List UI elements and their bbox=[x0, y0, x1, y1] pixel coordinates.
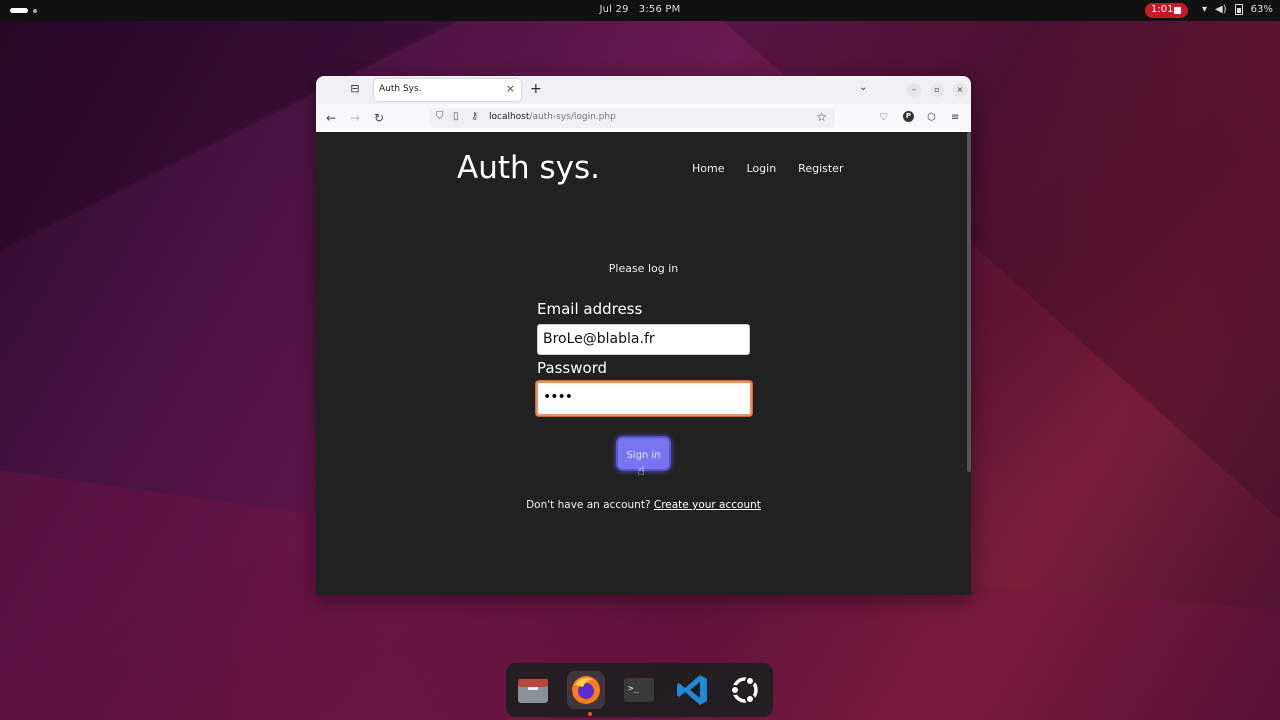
maximize-icon[interactable]: ▫ bbox=[930, 83, 944, 97]
email-label: Email address bbox=[537, 300, 643, 318]
hand-cursor-icon: ☝ bbox=[637, 464, 645, 479]
login-prompt: Please log in bbox=[608, 262, 679, 275]
terminal-icon[interactable]: >_ bbox=[620, 671, 658, 709]
battery-percent: 63% bbox=[1250, 4, 1273, 15]
svg-text:>_: >_ bbox=[628, 684, 639, 694]
site-brand[interactable]: Auth sys. bbox=[457, 150, 600, 186]
battery-icon bbox=[1234, 4, 1243, 15]
create-account-link[interactable]: Create your account bbox=[654, 499, 761, 511]
shield-icon[interactable]: ⛉ bbox=[436, 111, 444, 122]
forward-icon[interactable]: → bbox=[350, 111, 360, 125]
web-page: Auth sys. Home Login Register Please log… bbox=[316, 132, 971, 595]
minimize-icon[interactable]: – bbox=[907, 83, 921, 97]
tab-auth-sys[interactable]: Auth Sys. × bbox=[374, 79, 521, 101]
nav-register[interactable]: Register bbox=[798, 162, 843, 175]
tab-list-icon[interactable]: ⊟ bbox=[349, 83, 361, 95]
navigation-toolbar: ← → ↻ ⛉ ▯ ⚷ localhost/auth-sys/login.php… bbox=[316, 104, 971, 133]
files-icon[interactable] bbox=[514, 671, 552, 709]
clock[interactable]: Jul 29 3:56 PM bbox=[0, 4, 1280, 15]
key-icon[interactable]: ⚷ bbox=[471, 111, 478, 122]
tab-title: Auth Sys. bbox=[379, 84, 422, 94]
new-tab-icon[interactable]: + bbox=[530, 81, 542, 97]
page-icon[interactable]: ▯ bbox=[453, 111, 459, 122]
firefox-window: ⊟ Auth Sys. × + ⌄ – ▫ × ← → ↻ ⛉ ▯ ⚷ loca… bbox=[316, 76, 971, 595]
pocket-icon[interactable]: ♡ bbox=[879, 112, 888, 123]
volume-icon: ◀) bbox=[1215, 4, 1227, 15]
profile-icon[interactable]: P bbox=[903, 111, 914, 122]
close-tab-icon[interactable]: × bbox=[506, 82, 515, 95]
ubuntu-icon[interactable] bbox=[726, 671, 764, 709]
chevron-down-icon[interactable]: ⌄ bbox=[859, 82, 867, 93]
system-menu[interactable]: ▾ ◀) 63% bbox=[1202, 4, 1273, 15]
top-bar: Jul 29 3:56 PM 1:01 ▾ ◀) 63% bbox=[0, 0, 1280, 21]
nav-home[interactable]: Home bbox=[692, 162, 724, 175]
stop-icon bbox=[1174, 7, 1181, 14]
nav-login[interactable]: Login bbox=[746, 162, 776, 175]
reload-icon[interactable]: ↻ bbox=[374, 111, 384, 125]
url-text[interactable]: localhost/auth-sys/login.php bbox=[489, 112, 616, 122]
email-field[interactable]: BroLe@blabla.fr bbox=[537, 324, 750, 355]
signup-text: Don't have an account? bbox=[526, 499, 651, 511]
menu-icon[interactable]: ≡ bbox=[951, 112, 959, 123]
password-field[interactable]: •••• bbox=[536, 381, 752, 416]
tab-bar: ⊟ Auth Sys. × + ⌄ – ▫ × bbox=[316, 76, 971, 104]
firefox-icon[interactable] bbox=[567, 671, 605, 709]
back-icon[interactable]: ← bbox=[326, 111, 336, 125]
running-indicator bbox=[588, 712, 592, 716]
vscode-icon[interactable] bbox=[673, 671, 711, 709]
signup-prompt: Don't have an account? Create your accou… bbox=[316, 499, 971, 511]
url-bar[interactable]: ⛉ ▯ ⚷ localhost/auth-sys/login.php ☆ bbox=[430, 108, 835, 128]
site-nav: Home Login Register bbox=[692, 162, 843, 175]
wifi-icon: ▾ bbox=[1202, 4, 1208, 15]
bookmark-star-icon[interactable]: ☆ bbox=[816, 110, 827, 124]
extensions-icon[interactable]: ⬡ bbox=[927, 112, 936, 123]
dock: >_ bbox=[506, 663, 773, 717]
scrollbar[interactable] bbox=[967, 132, 971, 472]
password-label: Password bbox=[537, 359, 608, 377]
screen-recording-indicator[interactable]: 1:01 bbox=[1145, 3, 1188, 18]
close-window-icon[interactable]: × bbox=[953, 83, 967, 97]
